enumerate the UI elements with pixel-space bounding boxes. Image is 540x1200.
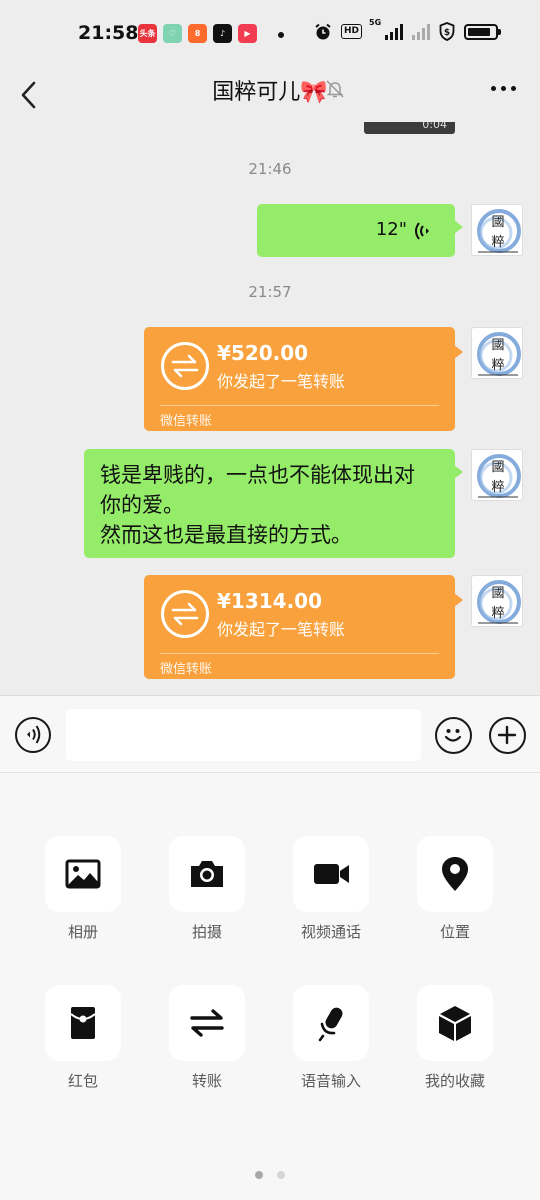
transfer-footer: 微信转账 bbox=[160, 414, 213, 429]
transfer-label: 转账 bbox=[191, 1072, 222, 1090]
svg-text:國: 國 bbox=[491, 215, 504, 230]
more-icon bbox=[491, 86, 496, 91]
hd-icon: HD bbox=[340, 24, 362, 39]
voice-input-button[interactable]: 语音输入 bbox=[269, 985, 393, 1091]
message-line: 你的爱。 bbox=[100, 493, 184, 517]
photo-album-icon bbox=[65, 859, 101, 889]
voice-waves-icon bbox=[415, 222, 429, 240]
red-packet-icon bbox=[70, 1007, 96, 1039]
chat-header: 国粹可儿🎀 bbox=[0, 68, 540, 122]
timestamp: 21:46 bbox=[248, 160, 292, 178]
shield-dollar-icon: $ bbox=[439, 22, 455, 41]
album-label: 相册 bbox=[67, 923, 98, 941]
camera-icon bbox=[191, 861, 223, 887]
svg-text:粹: 粹 bbox=[491, 358, 504, 373]
message-line: 钱是卑贱的，一点也不能体现出对 bbox=[100, 463, 415, 487]
video-call-button[interactable]: 视频通话 bbox=[269, 836, 393, 942]
transfer-icon bbox=[190, 1009, 224, 1037]
more-functions-button[interactable] bbox=[489, 717, 526, 754]
video-duration: 0:04 bbox=[422, 122, 447, 131]
page-dot bbox=[277, 1171, 285, 1179]
microphone-icon bbox=[318, 1007, 343, 1042]
video-message-thumbnail[interactable]: 0:04 bbox=[364, 122, 455, 134]
svg-text:國: 國 bbox=[491, 338, 504, 353]
avatar[interactable]: 國粹 bbox=[471, 449, 523, 501]
page-dot-active bbox=[255, 1171, 263, 1179]
favorites-icon bbox=[439, 1006, 471, 1041]
status-time: 21:58 bbox=[78, 22, 139, 44]
function-panel: 相册 拍摄 视频通话 位置 红包 转账 语音输入 我的收藏 bbox=[0, 773, 540, 1200]
qq-icon: 8 bbox=[188, 24, 207, 43]
location-label: 位置 bbox=[439, 923, 470, 941]
svg-text:粹: 粹 bbox=[491, 606, 504, 621]
bell-off-icon bbox=[326, 80, 344, 98]
voice-input-label: 语音输入 bbox=[300, 1072, 361, 1090]
text-message[interactable]: 钱是卑贱的，一点也不能体现出对 你的爱。 然而这也是最直接的方式。 bbox=[84, 449, 463, 558]
voice-duration: 12" bbox=[375, 219, 407, 240]
video-call-icon bbox=[314, 864, 349, 884]
transfer-arrows-icon bbox=[161, 590, 209, 638]
location-button[interactable]: 位置 bbox=[393, 836, 517, 942]
signal-2-icon bbox=[412, 23, 430, 40]
video-app-icon: ▶ bbox=[238, 24, 257, 43]
chat-title: 国粹可儿🎀 bbox=[212, 80, 328, 105]
svg-text:粹: 粹 bbox=[491, 480, 504, 495]
transfer-card[interactable]: ¥1314.00 你发起了一笔转账 微信转账 bbox=[144, 575, 463, 679]
video-call-label: 视频通话 bbox=[300, 923, 361, 941]
favorites-label: 我的收藏 bbox=[424, 1072, 485, 1090]
avatar[interactable]: 國粹 bbox=[471, 327, 523, 379]
message-input[interactable] bbox=[66, 709, 421, 761]
timestamp: 21:57 bbox=[248, 283, 292, 301]
svg-text:$: $ bbox=[444, 28, 450, 38]
avatar[interactable]: 國粹 bbox=[471, 575, 523, 627]
svg-text:國: 國 bbox=[491, 460, 504, 475]
message-line: 然而这也是最直接的方式。 bbox=[100, 523, 352, 547]
emoji-button[interactable] bbox=[435, 717, 472, 754]
divider bbox=[160, 405, 439, 406]
page-indicator bbox=[0, 1171, 540, 1179]
input-bar bbox=[0, 695, 540, 773]
location-icon bbox=[442, 857, 468, 891]
camera-label: 拍摄 bbox=[191, 923, 222, 941]
camera-button[interactable]: 拍摄 bbox=[145, 836, 269, 942]
notification-icons: 头条 ♡ 8 ♪ ▶ bbox=[138, 24, 257, 43]
red-packet-button[interactable]: 红包 bbox=[21, 985, 145, 1091]
battery-icon bbox=[464, 23, 501, 40]
divider bbox=[160, 653, 439, 654]
status-bar: 21:58 头条 ♡ 8 ♪ ▶ HD 5G $ bbox=[0, 0, 540, 68]
transfer-footer: 微信转账 bbox=[160, 662, 213, 677]
more-notifications-dot bbox=[278, 32, 284, 38]
battery-level bbox=[468, 27, 491, 36]
voice-toggle-button[interactable] bbox=[15, 717, 51, 753]
more-button[interactable] bbox=[491, 86, 516, 91]
favorites-button[interactable]: 我的收藏 bbox=[393, 985, 517, 1091]
emoji-icon bbox=[444, 729, 462, 742]
transfer-description: 你发起了一笔转账 bbox=[217, 372, 346, 391]
svg-text:國: 國 bbox=[491, 586, 504, 601]
transfer-button[interactable]: 转账 bbox=[145, 985, 269, 1091]
transfer-amount: ¥1314.00 bbox=[217, 589, 323, 613]
transfer-card[interactable]: ¥520.00 你发起了一笔转账 微信转账 bbox=[144, 327, 463, 431]
voice-message[interactable]: 12" bbox=[257, 204, 463, 257]
svg-text:粹: 粹 bbox=[491, 235, 504, 250]
plus-icon bbox=[497, 725, 517, 745]
transfer-description: 你发起了一笔转账 bbox=[217, 620, 346, 639]
signal-5g-icon: 5G bbox=[369, 18, 403, 40]
heart-app-icon: ♡ bbox=[163, 24, 182, 43]
toutiao-icon: 头条 bbox=[138, 24, 157, 43]
album-button[interactable]: 相册 bbox=[21, 836, 145, 942]
transfer-amount: ¥520.00 bbox=[217, 341, 309, 365]
transfer-arrows-icon bbox=[161, 342, 209, 390]
alarm-icon bbox=[315, 23, 331, 39]
red-packet-label: 红包 bbox=[67, 1072, 98, 1090]
douyin-icon: ♪ bbox=[213, 24, 232, 43]
avatar[interactable]: 國粹 bbox=[471, 204, 523, 256]
voice-toggle-icon bbox=[27, 725, 41, 744]
message-list[interactable]: 0:04 21:46 12" 國粹 21:57 ¥520.00 你发起了一笔转账… bbox=[0, 122, 540, 695]
